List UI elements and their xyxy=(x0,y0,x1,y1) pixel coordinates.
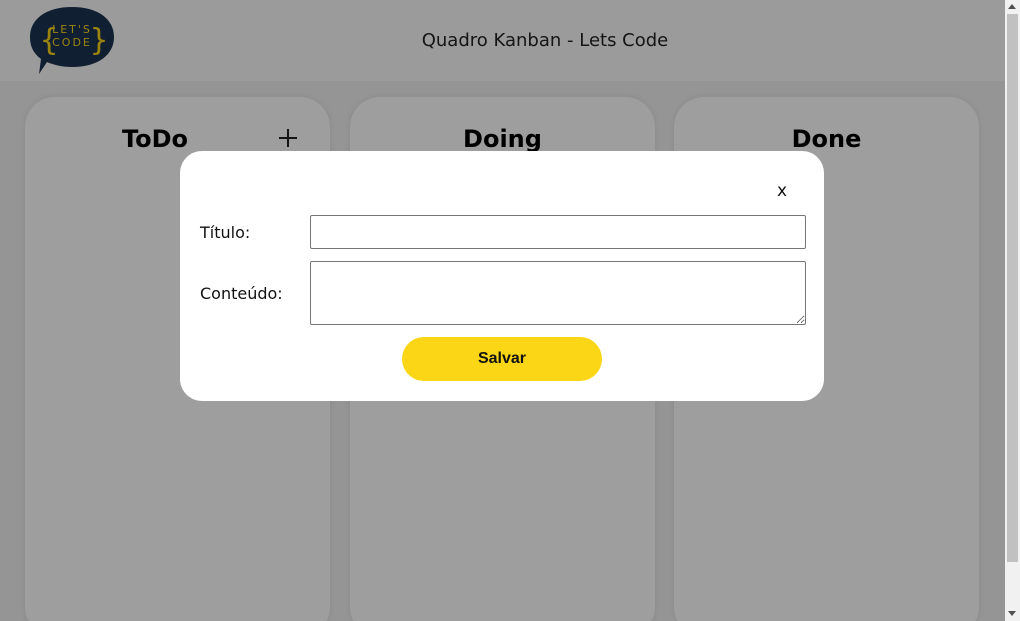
new-card-modal: x Título: Conteúdo: Salvar xyxy=(180,151,824,401)
scroll-up-arrow-icon[interactable] xyxy=(1008,4,1016,9)
content-textarea[interactable] xyxy=(310,261,806,325)
close-modal-button[interactable]: x xyxy=(774,181,790,201)
content-label: Conteúdo: xyxy=(200,284,283,303)
title-input[interactable] xyxy=(310,215,806,249)
title-label: Título: xyxy=(200,223,251,242)
scrollbar-thumb[interactable] xyxy=(1007,14,1018,562)
scroll-down-arrow-icon[interactable] xyxy=(1008,611,1016,616)
vertical-scrollbar[interactable] xyxy=(1005,0,1020,621)
save-button[interactable]: Salvar xyxy=(402,337,602,381)
